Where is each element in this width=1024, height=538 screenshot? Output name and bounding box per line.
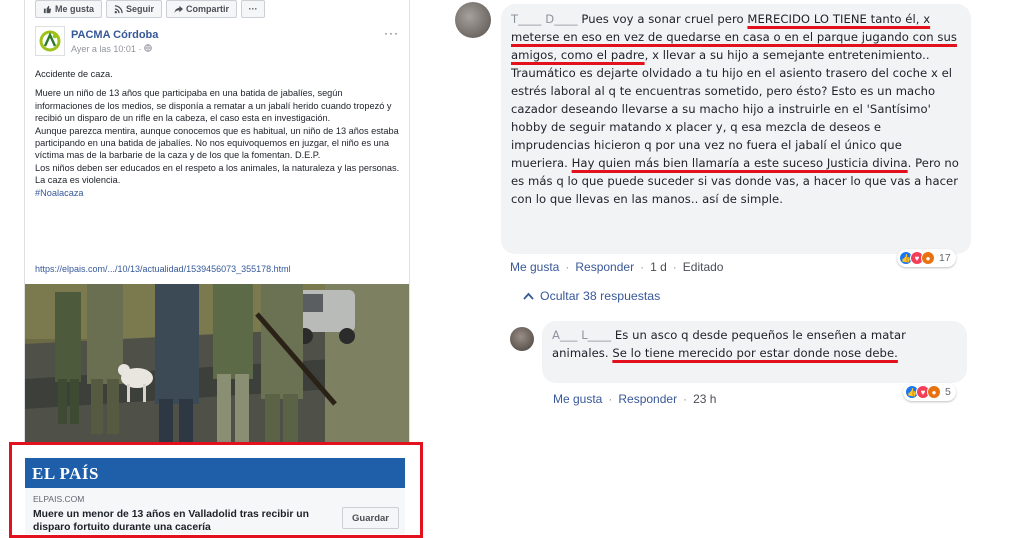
save-button[interactable]: Guardar: [342, 507, 399, 529]
reply-reaction-summary[interactable]: 👍 ♥ ● 5: [903, 383, 956, 401]
page-like-button[interactable]: Me gusta: [35, 0, 103, 18]
page-name-link[interactable]: PACMA Córdoba: [71, 29, 158, 41]
commenter-avatar[interactable]: [455, 2, 491, 38]
hashtag-link[interactable]: #Noalacaza: [35, 187, 400, 199]
comment-segment: , x llevar a su hijo a semejante entrete…: [511, 48, 953, 170]
comment-text: T____ D____ Pues voy a sonar cruel pero …: [511, 10, 959, 208]
separator-dot: ·: [565, 260, 570, 274]
share-button[interactable]: Compartir: [166, 0, 238, 18]
angry-reaction-icon: ●: [927, 385, 941, 399]
comment-like-link[interactable]: Me gusta: [510, 260, 559, 274]
reply-time[interactable]: 23 h: [693, 392, 716, 406]
post-paragraph-3: Aunque parezca mentira, aunque conocemos…: [35, 125, 399, 161]
post-action-bar: Me gusta Seguir Compartir ···: [35, 0, 266, 18]
reply-reaction-count: 5: [945, 386, 951, 398]
page-avatar[interactable]: [35, 26, 65, 56]
comment-bubble: T____ D____ Pues voy a sonar cruel pero …: [501, 4, 971, 254]
comment-reply-link[interactable]: Responder: [575, 260, 634, 274]
article-domain: ELPAIS.COM: [33, 494, 85, 504]
follow-label: Seguir: [126, 4, 155, 14]
more-options-label: ···: [248, 4, 258, 14]
hunting-scene-image: [25, 284, 409, 454]
separator-dot: ·: [640, 260, 645, 274]
post-paragraph-1: Accidente de caza.: [35, 69, 113, 79]
reaction-count: 17: [939, 252, 951, 264]
globe-icon: [144, 44, 152, 52]
post-header: PACMA Córdoba Ayer a las 10:01 · ···: [35, 26, 405, 60]
hide-replies-label: Ocultar 38 respuestas: [540, 289, 661, 303]
separator-dot: ·: [608, 392, 613, 406]
article-title[interactable]: Muere un menor de 13 años en Valladolid …: [33, 508, 338, 534]
rss-icon: [114, 4, 123, 13]
article-preview: EL PAÍS ELPAIS.COM Muere un menor de 13 …: [25, 458, 405, 534]
reply-bubble: A___ L____ Es un asco q desde pequeños l…: [542, 321, 967, 383]
reply-reply-link[interactable]: Responder: [618, 392, 677, 406]
angry-reaction-icon: ●: [921, 251, 935, 265]
post-paragraph-5: La caza es violencia.: [35, 175, 121, 186]
reply-author[interactable]: A___ L____: [552, 328, 611, 342]
pacma-logo-icon: [39, 30, 61, 52]
reply-text: A___ L____ Es un asco q desde pequeños l…: [552, 326, 957, 362]
comment-segment: Pues voy a sonar cruel pero: [581, 12, 748, 26]
comments-panel: T____ D____ Pues voy a sonar cruel pero …: [445, 0, 1024, 538]
post-paragraph-4: Los niños deben ser educados en el respe…: [35, 162, 400, 173]
article-url-link[interactable]: https://elpais.com/.../10/13/actualidad/…: [35, 264, 291, 274]
post-menu-button[interactable]: ···: [384, 26, 399, 40]
article-link-card[interactable]: EL PAÍS ELPAIS.COM Muere un menor de 13 …: [9, 442, 423, 538]
comment-time[interactable]: 1 d: [650, 260, 667, 274]
thumbs-up-icon: [43, 5, 52, 13]
article-photo[interactable]: [25, 284, 409, 454]
reaction-summary[interactable]: 👍 ♥ ● 17: [897, 249, 956, 267]
share-arrow-icon: [174, 5, 184, 13]
comment-actions: Me gusta · Responder · 1 d · Editado: [510, 260, 723, 274]
separator-dot: ·: [672, 260, 677, 274]
post-timestamp[interactable]: Ayer a las 10:01 ·: [71, 44, 152, 54]
post-time-label: Ayer a las 10:01 ·: [71, 44, 144, 54]
underlined-reply-segment: Se lo tiene merecido por estar donde nos…: [612, 346, 898, 360]
underlined-comment-segment: Hay quien más bien llamaría a este suces…: [571, 156, 908, 170]
elpais-banner: EL PAÍS: [25, 458, 405, 488]
page-like-label: Me gusta: [55, 4, 95, 14]
reply-actions: Me gusta · Responder · 23 h: [553, 392, 716, 406]
more-options-button[interactable]: ···: [241, 0, 266, 18]
chevron-up-icon: [523, 292, 534, 300]
post-body: Accidente de caza. Muere un niño de 13 a…: [35, 68, 400, 199]
reply-like-link[interactable]: Me gusta: [553, 392, 602, 406]
comment-author[interactable]: T____ D____: [511, 12, 578, 26]
separator-dot: ·: [683, 392, 688, 406]
edited-label: Editado: [682, 260, 724, 274]
reply-avatar[interactable]: [510, 327, 534, 351]
share-label: Compartir: [186, 4, 230, 14]
hide-replies-link[interactable]: Ocultar 38 respuestas: [523, 289, 660, 303]
post-paragraph-2: Muere un niño de 13 años que participaba…: [35, 88, 392, 124]
follow-button[interactable]: Seguir: [106, 0, 163, 18]
facebook-post: Me gusta Seguir Compartir ··· PACMA Córd…: [9, 0, 423, 538]
elpais-logo: EL PAÍS: [32, 464, 99, 483]
